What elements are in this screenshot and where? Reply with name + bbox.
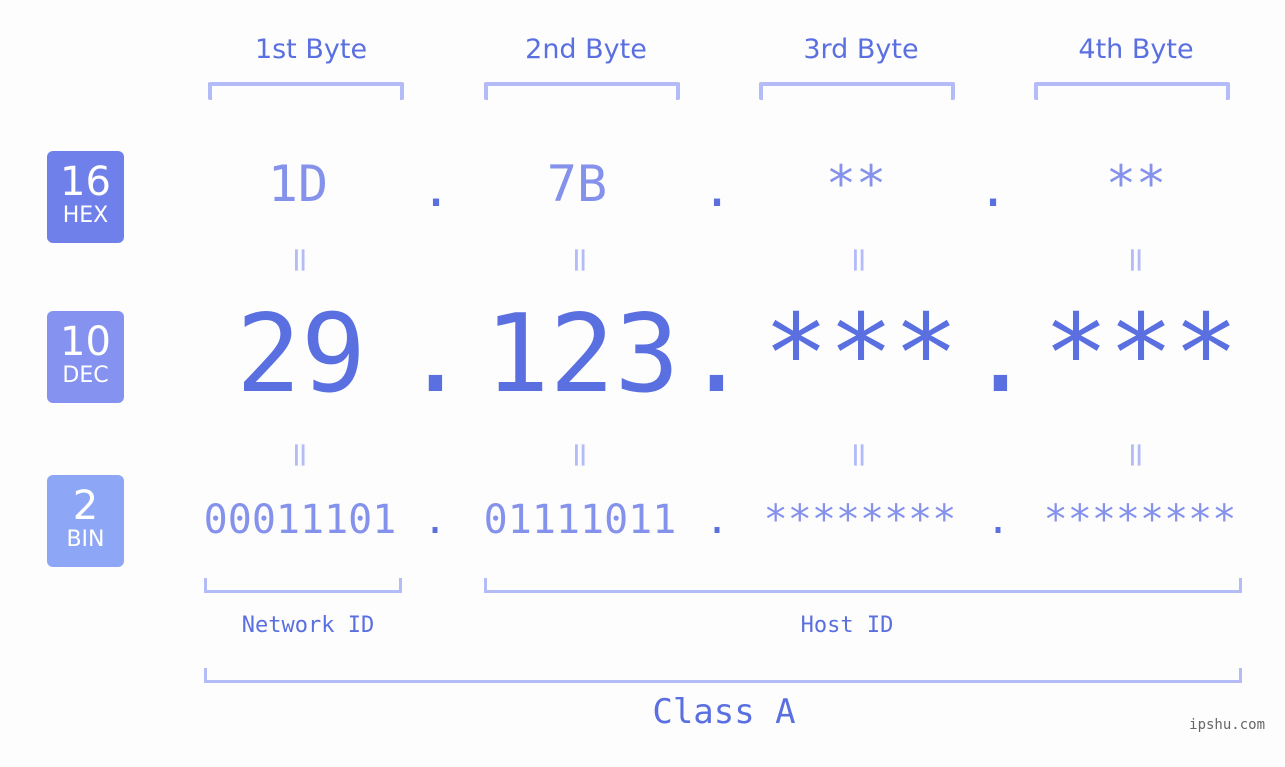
hex-separator-2: . xyxy=(701,160,733,218)
hex-badge: 16 HEX xyxy=(47,151,124,243)
hex-value-4: ** xyxy=(1105,155,1167,213)
bin-value-4: ******** xyxy=(1043,497,1237,543)
hex-badge-label: HEX xyxy=(62,203,109,228)
equals-sign: = xyxy=(839,245,879,275)
bin-value-1: 00011101 xyxy=(203,497,397,543)
hex-value-1: 1D xyxy=(267,155,329,213)
network-id-bracket xyxy=(204,578,402,593)
class-bracket xyxy=(204,668,1242,683)
bin-value-2: 01111011 xyxy=(483,497,677,543)
network-id-label: Network ID xyxy=(241,613,375,638)
byte-label-4: 4th Byte xyxy=(1078,34,1194,65)
dec-badge: 10 DEC xyxy=(47,311,124,403)
equals-sign: = xyxy=(280,245,320,275)
bin-separator-3: . xyxy=(985,497,1011,543)
bin-value-3: ******** xyxy=(763,497,957,543)
dec-badge-label: DEC xyxy=(62,363,109,388)
hex-value-3: ** xyxy=(825,155,887,213)
bin-badge-label: BIN xyxy=(66,527,105,552)
hex-separator-1: . xyxy=(420,160,452,218)
hex-badge-base: 16 xyxy=(60,159,111,205)
dec-value-3: *** xyxy=(763,292,959,417)
byte-label-1: 1st Byte xyxy=(254,34,368,65)
host-id-bracket xyxy=(484,578,1242,593)
class-label: Class A xyxy=(652,692,796,732)
bin-badge: 2 BIN xyxy=(47,475,124,567)
byte-label-3: 3rd Byte xyxy=(803,34,919,65)
dec-badge-base: 10 xyxy=(60,319,111,365)
hex-value-2: 7B xyxy=(546,155,608,213)
byte-bracket-1 xyxy=(208,82,404,100)
host-id-label: Host ID xyxy=(800,613,894,638)
equals-sign: = xyxy=(560,245,600,275)
watermark: ipshu.com xyxy=(1189,717,1265,733)
byte-label-2: 2nd Byte xyxy=(525,34,647,65)
equals-sign: = xyxy=(839,440,879,470)
dec-value-2: 123 xyxy=(484,292,680,417)
byte-bracket-4 xyxy=(1034,82,1230,100)
hex-separator-3: . xyxy=(977,160,1009,218)
equals-sign: = xyxy=(1116,245,1156,275)
bin-badge-base: 2 xyxy=(72,483,99,529)
equals-sign: = xyxy=(1116,440,1156,470)
equals-sign: = xyxy=(560,440,600,470)
byte-bracket-2 xyxy=(484,82,680,100)
bin-separator-2: . xyxy=(704,497,730,543)
dec-value-4: *** xyxy=(1043,292,1239,417)
equals-sign: = xyxy=(280,440,320,470)
bin-separator-1: . xyxy=(422,497,448,543)
byte-bracket-3 xyxy=(759,82,955,100)
dec-value-1: 29 xyxy=(235,292,367,417)
